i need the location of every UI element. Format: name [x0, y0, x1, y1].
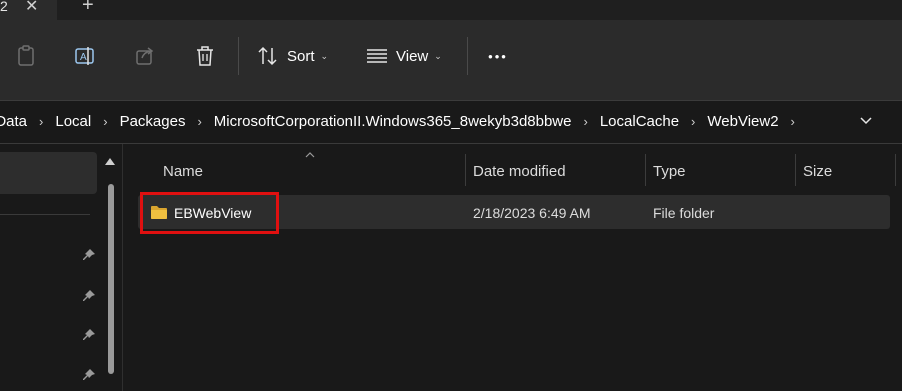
command-bar: A Sort ⌄ View ⌄ •••	[0, 20, 902, 101]
more-options-button[interactable]: •••	[486, 42, 510, 70]
file-type: File folder	[653, 205, 715, 221]
column-divider[interactable]	[645, 154, 646, 186]
breadcrumb: pData › Local › Packages › MicrosoftCorp…	[0, 113, 807, 130]
rename-icon: A	[75, 47, 94, 65]
toolbar-divider	[467, 37, 468, 75]
chevron-right-icon[interactable]: ›	[103, 114, 107, 129]
more-icon: •••	[488, 48, 508, 64]
tab-title[interactable]: 2	[0, 0, 8, 14]
tab-strip	[0, 0, 902, 20]
chevron-down-icon: ⌄	[434, 50, 442, 61]
sort-label: Sort	[287, 47, 315, 65]
breadcrumb-item[interactable]: MicrosoftCorporationII.Windows365_8wekyb…	[214, 113, 572, 130]
rename-button[interactable]: A	[71, 42, 99, 70]
chevron-right-icon[interactable]: ›	[39, 114, 43, 129]
view-label: View	[396, 47, 429, 65]
column-header-size[interactable]: Size	[803, 163, 832, 180]
chevron-right-icon[interactable]: ›	[583, 114, 587, 129]
breadcrumb-item[interactable]: pData	[0, 113, 27, 130]
breadcrumb-item[interactable]: WebView2	[707, 113, 778, 130]
pin-icon[interactable]	[82, 248, 96, 262]
pin-icon[interactable]	[82, 328, 96, 342]
chevron-right-icon[interactable]: ›	[691, 114, 695, 129]
address-history-chevron-icon[interactable]	[858, 112, 874, 128]
chevron-down-icon: ⌄	[320, 50, 329, 61]
file-date-modified: 2/18/2023 6:49 AM	[473, 205, 591, 221]
sort-ascending-icon	[305, 152, 315, 158]
chevron-right-icon[interactable]: ›	[197, 114, 201, 129]
sort-button[interactable]: Sort ⌄	[257, 42, 328, 70]
column-header-name[interactable]: Name	[163, 163, 203, 180]
column-divider[interactable]	[895, 154, 896, 186]
column-header-type[interactable]: Type	[653, 163, 686, 180]
scroll-up-arrow-icon[interactable]	[104, 156, 116, 166]
breadcrumb-item[interactable]: Local	[55, 113, 91, 130]
pin-icon[interactable]	[82, 368, 96, 382]
copy-button[interactable]	[12, 42, 40, 70]
breadcrumb-item[interactable]: Packages	[120, 113, 186, 130]
pane-divider[interactable]	[122, 144, 123, 391]
new-tab-icon[interactable]: +	[82, 0, 94, 17]
breadcrumb-item[interactable]: LocalCache	[600, 113, 679, 130]
nav-divider	[0, 214, 90, 215]
view-list-icon	[367, 49, 387, 63]
address-bar[interactable]: pData › Local › Packages › MicrosoftCorp…	[0, 101, 902, 144]
svg-text:A: A	[80, 52, 87, 63]
trash-icon	[197, 46, 213, 66]
clipboard-icon	[18, 45, 34, 66]
chevron-right-icon[interactable]: ›	[791, 114, 795, 129]
scrollbar-thumb[interactable]	[108, 184, 114, 374]
view-button[interactable]: View ⌄	[366, 42, 442, 70]
sort-icon	[258, 46, 277, 66]
nav-item-selected[interactable]	[0, 152, 97, 194]
pin-icon[interactable]	[82, 289, 96, 303]
delete-button[interactable]	[191, 42, 219, 70]
highlight-box	[140, 192, 279, 234]
share-icon	[136, 47, 154, 65]
column-divider[interactable]	[795, 154, 796, 186]
close-icon[interactable]: ✕	[25, 0, 38, 16]
share-button[interactable]	[131, 42, 159, 70]
column-header-date[interactable]: Date modified	[473, 163, 566, 180]
column-divider[interactable]	[465, 154, 466, 186]
toolbar-divider	[238, 37, 239, 75]
